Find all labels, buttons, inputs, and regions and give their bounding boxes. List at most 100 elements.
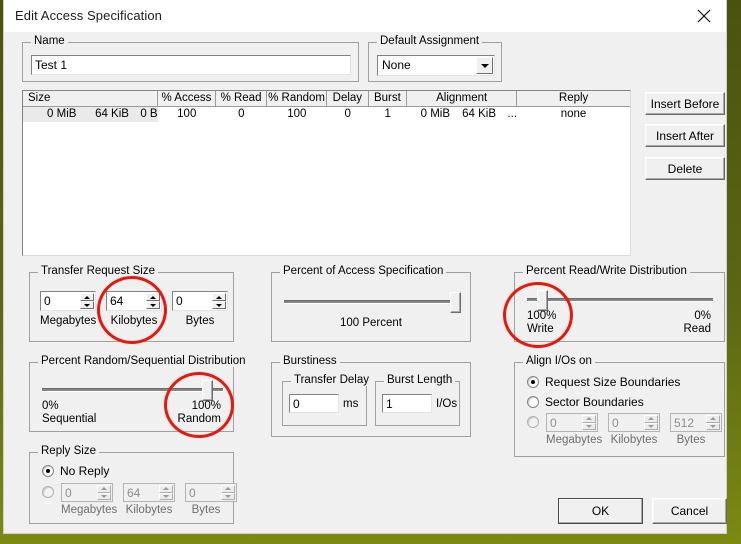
percent-write-label: Write	[527, 323, 554, 335]
table-row[interactable]: 0 MiB 64 KiB 0 B 100 0 100 0 1 0 MiB 64 …	[23, 107, 630, 122]
radio-sector-boundaries-label: Sector Boundaries	[545, 395, 644, 409]
transfer-bytes-label: Bytes	[185, 315, 215, 327]
delete-button[interactable]: Delete	[645, 157, 725, 180]
percent-read-write-group: Percent Read/Write Distribution 100% Wri…	[514, 265, 725, 342]
percent-read-caption: 0% Read	[625, 310, 712, 336]
chevron-down-icon[interactable]	[476, 57, 493, 74]
cell-size: 0 MiB 64 KiB 0 B	[23, 107, 158, 122]
slider-thumb[interactable]	[537, 290, 548, 311]
align-ios-label: Align I/Os on	[523, 355, 595, 367]
reply-kilobytes-label: Kilobytes	[125, 504, 173, 516]
transfer-delay-input[interactable]: 0	[289, 394, 339, 413]
transfer-bytes-input[interactable]: 0	[172, 291, 228, 311]
percent-of-access-caption: 100 Percent	[339, 317, 402, 329]
access-spec-table[interactable]: Size % Access % Read % Random Delay Burs…	[22, 90, 631, 256]
radio-sector-boundaries[interactable]: Sector Boundaries	[527, 395, 644, 409]
slider-track	[527, 298, 713, 302]
transfer-kilobytes-value: 64	[110, 294, 124, 308]
align-bytes-input[interactable]: 512	[670, 413, 722, 432]
radio-dot-icon	[42, 465, 54, 477]
burstiness-label: Burstiness	[280, 355, 340, 367]
transfer-bytes-stepper[interactable]	[212, 293, 226, 309]
default-assignment-select[interactable]: None	[377, 55, 495, 76]
close-icon[interactable]	[682, 0, 726, 32]
window-title: Edit Access Specification	[15, 8, 163, 23]
name-group: Name Test 1	[22, 35, 359, 82]
reply-megabytes-label: Megabytes	[61, 504, 118, 516]
default-assignment-group: Default Assignment None	[368, 35, 502, 82]
column-header-reply[interactable]: Reply	[517, 91, 630, 107]
ok-button[interactable]: OK	[558, 498, 643, 524]
align-kilobytes-value: 0	[612, 416, 619, 430]
name-group-label: Name	[31, 35, 68, 47]
slider-track	[42, 388, 223, 392]
percent-random-value: 100%	[191, 400, 221, 412]
column-header-delay[interactable]: Delay	[327, 91, 369, 107]
percent-sequential-caption: 0% Sequential	[42, 400, 96, 426]
column-header-read[interactable]: % Read	[216, 91, 267, 107]
column-header-access[interactable]: % Access	[157, 91, 217, 107]
column-header-burst[interactable]: Burst	[368, 91, 408, 107]
align-megabytes-stepper[interactable]	[582, 415, 596, 430]
transfer-megabytes-stepper[interactable]	[80, 293, 94, 309]
cell-read: 0	[238, 108, 245, 120]
reply-size-label: Reply Size	[38, 445, 99, 457]
reply-megabytes-input[interactable]: 0	[61, 483, 113, 502]
transfer-delay-unit: ms	[343, 398, 359, 410]
reply-bytes-stepper[interactable]	[221, 485, 235, 500]
percent-of-access-group: Percent of Access Specification 100 Perc…	[271, 265, 471, 342]
burst-length-input[interactable]: 1	[382, 394, 432, 413]
align-bytes-label: Bytes	[676, 434, 706, 446]
transfer-kilobytes-input[interactable]: 64	[106, 291, 162, 311]
edit-access-specification-dialog: Edit Access Specification Name Test 1 De…	[4, 0, 727, 533]
name-input[interactable]: Test 1	[31, 55, 351, 75]
align-megabytes-input[interactable]: 0	[546, 413, 598, 432]
slider-thumb[interactable]	[450, 292, 461, 313]
transfer-megabytes-input[interactable]: 0	[40, 291, 96, 311]
cell-delay: 0	[344, 108, 351, 120]
cell-align-mib: 0 MiB	[420, 108, 451, 120]
percent-read-write-slider[interactable]	[525, 288, 715, 312]
cell-align-more: ...	[507, 108, 518, 120]
radio-no-reply-label: No Reply	[60, 464, 110, 478]
cancel-button[interactable]: Cancel	[652, 498, 727, 524]
burst-length-unit: I/Os	[436, 398, 458, 410]
insert-after-button[interactable]: Insert After	[645, 124, 725, 147]
align-megabytes-label: Megabytes	[546, 434, 603, 446]
align-kilobytes-input[interactable]: 0	[608, 413, 660, 432]
radio-request-size-boundaries[interactable]: Request Size Boundaries	[527, 375, 680, 389]
percent-random-sequential-slider[interactable]	[40, 378, 225, 402]
column-header-random[interactable]: % Random	[266, 91, 328, 107]
radio-dot-icon	[527, 396, 539, 408]
percent-of-access-slider[interactable]	[282, 290, 462, 314]
cell-size-kib: 64 KiB	[95, 108, 129, 120]
radio-custom-boundaries[interactable]	[527, 416, 545, 428]
transfer-kilobytes-label: Kilobytes	[110, 315, 158, 327]
column-header-alignment[interactable]: Alignment	[407, 91, 518, 107]
transfer-request-size-group: Transfer Request Size 0 Megabytes 64 Kil…	[29, 265, 234, 342]
transfer-megabytes-value: 0	[44, 294, 51, 308]
percent-sequential-label: Sequential	[42, 413, 97, 425]
cell-access: 100	[177, 108, 197, 120]
reply-bytes-input[interactable]: 0	[185, 483, 237, 502]
column-header-size[interactable]: Size	[23, 91, 158, 107]
align-kilobytes-stepper[interactable]	[644, 415, 658, 430]
radio-custom-reply-size[interactable]	[42, 486, 60, 498]
dialog-client-area: Name Test 1 Default Assignment None Size…	[4, 32, 727, 533]
slider-track	[284, 300, 460, 304]
default-assignment-value: None	[382, 58, 411, 72]
reply-kilobytes-stepper[interactable]	[159, 485, 173, 500]
percent-random-label: Random	[177, 413, 221, 425]
transfer-megabytes-label: Megabytes	[40, 315, 97, 327]
cell-reply: none	[560, 108, 587, 120]
reply-megabytes-stepper[interactable]	[97, 485, 111, 500]
radio-no-reply[interactable]: No Reply	[42, 464, 109, 478]
transfer-delay-label: Transfer Delay	[291, 374, 372, 386]
reply-kilobytes-input[interactable]: 64	[123, 483, 175, 502]
align-bytes-stepper[interactable]	[706, 415, 720, 430]
percent-write-value: 100%	[527, 310, 557, 322]
slider-thumb[interactable]	[202, 380, 213, 401]
insert-before-button[interactable]: Insert Before	[645, 92, 725, 115]
transfer-kilobytes-stepper[interactable]	[146, 293, 160, 309]
burstiness-group: Burstiness Transfer Delay 0 ms Burst Len…	[271, 355, 471, 437]
